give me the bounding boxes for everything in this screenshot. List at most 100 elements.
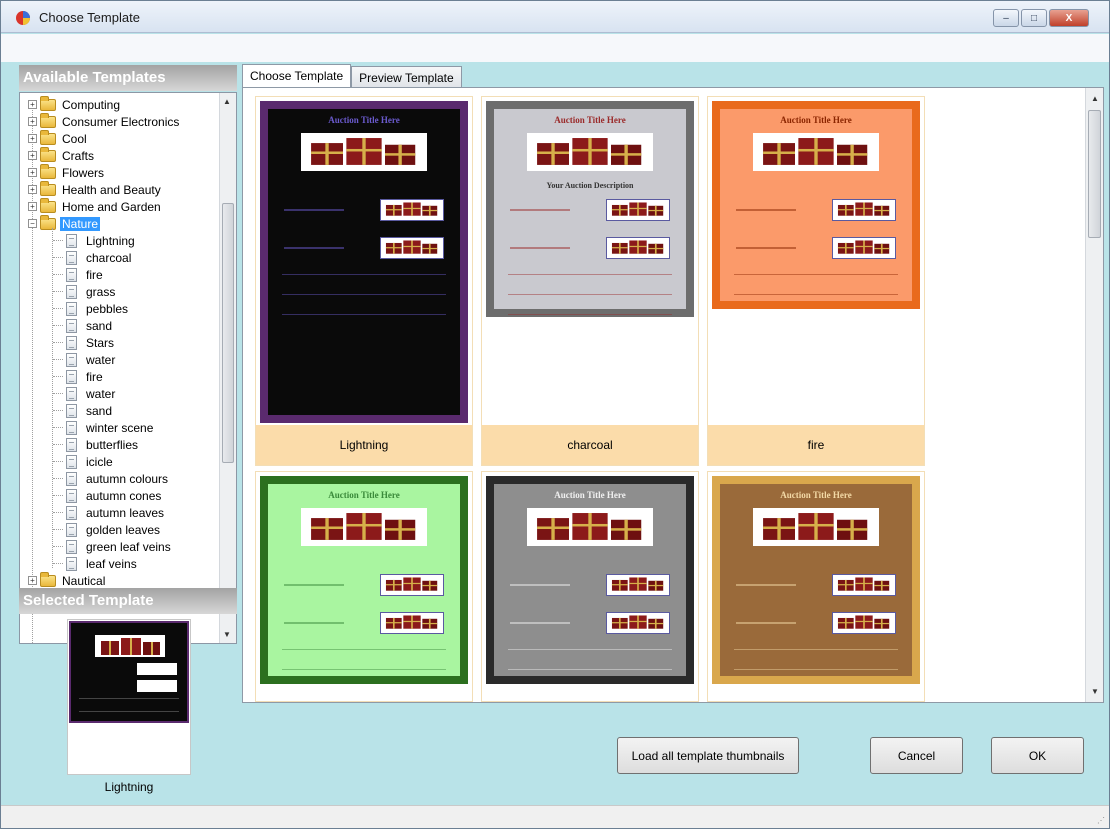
tree-template-label: sand — [86, 403, 113, 418]
tree-category-item[interactable]: + Home and Garden — [28, 197, 163, 215]
template-item-image — [606, 199, 670, 221]
tree-category-item[interactable]: + Flowers — [28, 163, 106, 181]
template-card[interactable]: Auction Title Here — [481, 471, 699, 702]
template-text-line — [510, 584, 570, 586]
tree-line — [53, 325, 63, 326]
tree-category-item[interactable]: + Nautical — [28, 571, 107, 589]
template-text-line — [510, 247, 570, 249]
template-thumbnail: Auction Title Here — [712, 476, 920, 684]
tree-template-item[interactable]: autumn leaves — [66, 504, 166, 521]
tree-template-item[interactable]: green leaf veins — [66, 538, 173, 555]
template-title-text: Auction Title Here — [328, 115, 400, 125]
tree-template-item[interactable]: leaf veins — [66, 555, 139, 572]
tree-line — [53, 529, 63, 530]
tab-preview-template[interactable]: Preview Template — [351, 66, 462, 88]
document-icon — [66, 539, 77, 554]
tree-category-item[interactable]: + Computing — [28, 95, 122, 113]
tree-line — [53, 563, 63, 564]
tab-choose-template[interactable]: Choose Template — [242, 64, 352, 88]
tree-template-item[interactable]: grass — [66, 283, 117, 300]
tree-template-label: water — [86, 352, 116, 367]
folder-icon — [40, 214, 56, 230]
gift-image — [385, 615, 438, 629]
expand-icon[interactable]: + — [28, 576, 37, 585]
tree-template-item[interactable]: fire — [66, 266, 105, 283]
tree-template-item[interactable]: water — [66, 351, 117, 368]
tree-template-label: sand — [86, 318, 113, 333]
tree-template-item[interactable]: sand — [66, 317, 114, 334]
tree-template-item[interactable]: icicle — [66, 453, 115, 470]
tree-category-item[interactable]: + Crafts — [28, 146, 96, 164]
template-card[interactable]: Auction Title Here Lightning — [255, 96, 473, 466]
window-controls: – □ X — [991, 9, 1089, 27]
gallery-scroll-thumb[interactable] — [1088, 110, 1101, 238]
template-card[interactable]: Auction Title Here fire — [707, 96, 925, 466]
expand-icon[interactable]: + — [28, 202, 37, 211]
minimize-button[interactable]: – — [993, 9, 1019, 27]
tree-template-item[interactable]: pebbles — [66, 300, 130, 317]
resize-grip-icon[interactable]: ⋰ — [1097, 816, 1105, 825]
collapse-icon[interactable]: − — [28, 219, 37, 228]
template-text-line — [510, 622, 570, 624]
load-all-thumbnails-button[interactable]: Load all template thumbnails — [617, 737, 799, 774]
template-banner-image — [753, 508, 879, 546]
folder-icon — [40, 571, 56, 587]
template-banner-image — [301, 508, 427, 546]
tree-scrollbar[interactable]: ▲ ▼ — [219, 93, 236, 643]
template-tree[interactable]: ▲ ▼ + Computing + Consumer Electronics + Cool… — [19, 92, 237, 644]
gallery-scrollbar[interactable]: ▲ ▼ — [1085, 88, 1103, 702]
template-divider — [508, 294, 672, 295]
document-icon — [66, 454, 77, 469]
close-button[interactable]: X — [1049, 9, 1089, 27]
scroll-down-icon[interactable]: ▼ — [1091, 687, 1099, 696]
tree-template-item[interactable]: charcoal — [66, 249, 133, 266]
tree-category-label: Consumer Electronics — [62, 114, 180, 129]
template-banner-image — [527, 133, 653, 171]
ok-button[interactable]: OK — [991, 737, 1084, 774]
template-item-image — [380, 199, 444, 221]
template-card[interactable]: Auction Title Here — [255, 471, 473, 702]
cancel-button[interactable]: Cancel — [870, 737, 963, 774]
expand-icon[interactable]: + — [28, 134, 37, 143]
tree-line — [53, 546, 63, 547]
tree-template-item[interactable]: butterflies — [66, 436, 140, 453]
tree-category-item[interactable]: + Health and Beauty — [28, 180, 163, 198]
template-item-image — [380, 574, 444, 596]
scroll-up-icon[interactable]: ▲ — [1091, 94, 1099, 103]
tree-category-item[interactable]: + Consumer Electronics — [28, 112, 181, 130]
template-text-line — [284, 622, 344, 624]
expand-icon[interactable]: + — [28, 151, 37, 160]
document-icon — [66, 505, 77, 520]
expand-icon[interactable]: + — [28, 117, 37, 126]
template-card[interactable]: Auction Title Here — [707, 471, 925, 702]
template-banner-image — [753, 133, 879, 171]
template-card[interactable]: Auction Title Here Your Auction Descripti… — [481, 96, 699, 466]
expand-icon[interactable]: + — [28, 185, 37, 194]
scroll-up-icon[interactable]: ▲ — [223, 97, 231, 106]
tree-template-item[interactable]: Stars — [66, 334, 116, 351]
document-icon — [66, 471, 77, 486]
scroll-down-icon[interactable]: ▼ — [223, 630, 231, 639]
tree-template-label: Stars — [86, 335, 115, 350]
tree-template-item[interactable]: golden leaves — [66, 521, 162, 538]
tree-template-item[interactable]: fire — [66, 368, 105, 385]
tree-line — [53, 342, 63, 343]
maximize-button[interactable]: □ — [1021, 9, 1047, 27]
tree-scroll-thumb[interactable] — [222, 203, 234, 463]
tree-template-label: Lightning — [86, 233, 135, 248]
gift-image — [611, 202, 664, 216]
folder-icon — [40, 146, 56, 162]
tree-template-item[interactable]: sand — [66, 402, 114, 419]
template-text-line — [284, 584, 344, 586]
expand-icon[interactable]: + — [28, 100, 37, 109]
tree-category-label: Nature — [60, 216, 101, 231]
tree-template-item[interactable]: water — [66, 385, 117, 402]
tree-template-label: green leaf veins — [86, 539, 171, 554]
expand-icon[interactable]: + — [28, 168, 37, 177]
tree-template-item[interactable]: autumn colours — [66, 470, 170, 487]
tree-template-item[interactable]: winter scene — [66, 419, 155, 436]
tree-template-item[interactable]: Lightning — [66, 232, 137, 249]
tree-template-item[interactable]: autumn cones — [66, 487, 163, 504]
tree-category-item[interactable]: − Nature — [28, 214, 101, 232]
tree-category-item[interactable]: + Cool — [28, 129, 89, 147]
